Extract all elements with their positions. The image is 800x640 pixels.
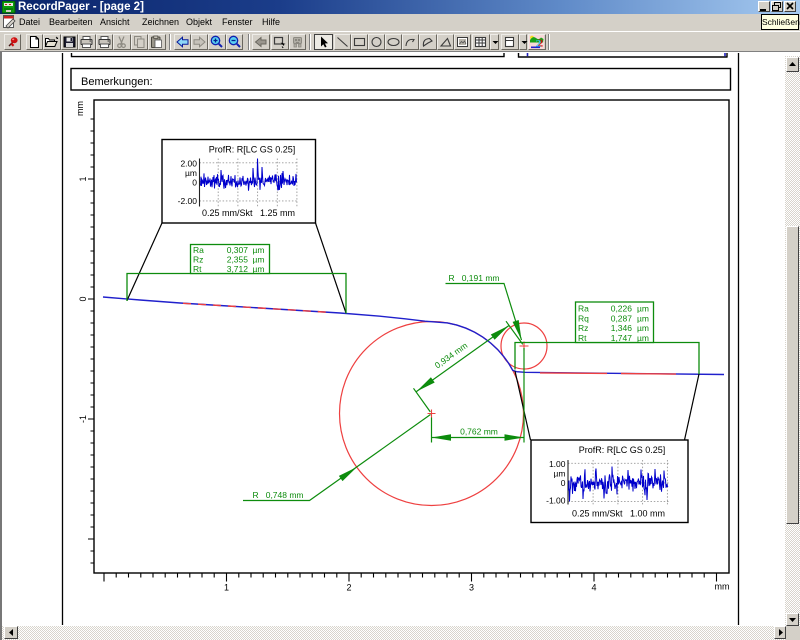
svg-text:Rz: Rz xyxy=(193,255,203,265)
svg-text:µm: µm xyxy=(637,323,649,333)
svg-text:Rz: Rz xyxy=(578,323,588,333)
svg-text:0: 0 xyxy=(192,178,197,188)
svg-text:R 0,191 mm: R 0,191 mm xyxy=(449,273,500,283)
svg-text:Rt: Rt xyxy=(578,333,587,343)
svg-text:-1: -1 xyxy=(78,415,88,423)
svg-text:mm: mm xyxy=(75,101,85,116)
svg-text:R 0,748 mm: R 0,748 mm xyxy=(253,490,304,500)
svg-text:Ra: Ra xyxy=(578,304,589,314)
svg-text:Rt: Rt xyxy=(193,264,202,274)
svg-text:Bemerkungen:: Bemerkungen: xyxy=(81,76,153,88)
svg-text:2: 2 xyxy=(346,583,351,593)
svg-text:µm: µm xyxy=(253,245,265,255)
svg-text:-1.00: -1.00 xyxy=(546,496,566,506)
svg-text:0,934 mm: 0,934 mm xyxy=(433,340,470,370)
svg-text:4: 4 xyxy=(591,583,596,593)
svg-text:0: 0 xyxy=(78,296,88,301)
svg-text:0,307: 0,307 xyxy=(227,245,249,255)
svg-text:Rq: Rq xyxy=(578,313,589,323)
svg-text:0.25 mm/Skt 1.00 mm: 0.25 mm/Skt 1.00 mm xyxy=(572,509,665,519)
svg-text:2.00: 2.00 xyxy=(180,159,197,169)
svg-text:µm: µm xyxy=(554,469,566,479)
svg-text:-2.00: -2.00 xyxy=(178,196,198,206)
svg-text:0.25 mm/Skt 1.25 mm: 0.25 mm/Skt 1.25 mm xyxy=(202,208,295,218)
svg-text:1,346: 1,346 xyxy=(611,323,633,333)
svg-text:µm: µm xyxy=(637,313,649,323)
svg-text:0: 0 xyxy=(561,478,566,488)
svg-text:0,287: 0,287 xyxy=(611,313,633,323)
svg-text:µm: µm xyxy=(253,255,265,265)
svg-text:mm: mm xyxy=(715,582,730,592)
svg-text:3,712: 3,712 xyxy=(227,264,249,274)
svg-text:0,226: 0,226 xyxy=(611,304,633,314)
svg-text:µm: µm xyxy=(253,264,265,274)
svg-text:0,762 mm: 0,762 mm xyxy=(460,427,498,437)
svg-text:1.00: 1.00 xyxy=(549,459,566,469)
svg-text:µm: µm xyxy=(637,304,649,314)
svg-text:1,747: 1,747 xyxy=(611,333,633,343)
svg-text:ProfR: R[LC GS 0.25]: ProfR: R[LC GS 0.25] xyxy=(579,445,666,455)
svg-text:µm: µm xyxy=(185,168,197,178)
svg-text:Ra: Ra xyxy=(193,245,204,255)
svg-text:µm: µm xyxy=(637,333,649,343)
svg-text:1: 1 xyxy=(224,583,229,593)
svg-text:2,355: 2,355 xyxy=(227,255,249,265)
svg-text:1: 1 xyxy=(78,176,88,181)
svg-text:ProfR: R[LC GS 0.25]: ProfR: R[LC GS 0.25] xyxy=(209,145,296,155)
svg-text:3: 3 xyxy=(469,583,474,593)
